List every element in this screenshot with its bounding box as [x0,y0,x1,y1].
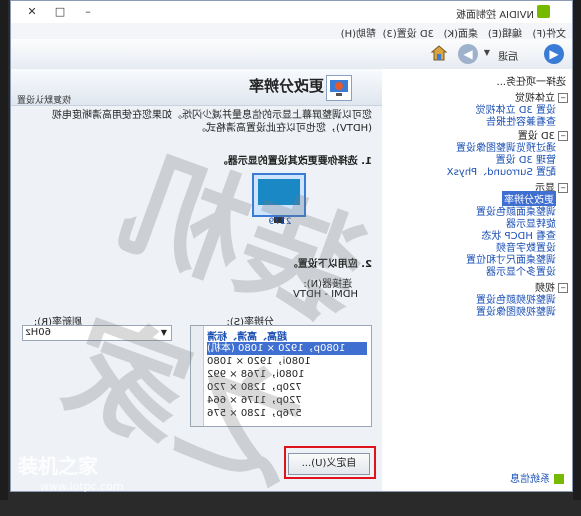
toolbar: ◀ 后退 ▼ ▶ [11,39,572,70]
resolution-row[interactable]: 576p，1280 × 576 [207,407,367,420]
section-2-heading: 2. 应用以下设置。 [287,259,372,270]
resolution-row[interactable]: 720p，1176 × 664 [207,394,367,407]
resolution-list-header: 超高、高清、标清 [207,332,287,343]
resolution-row[interactable]: 1080i，1768 × 992 [207,368,367,381]
info-icon [554,474,564,484]
content-panel: 更改分辨率 恢复默认设置 您可以调整屏幕上显示的信息量并减少闪烁。如果您在使用高… [11,69,382,491]
section-1-heading: 1. 选择你要更改其设置的显示器。 [217,156,372,167]
desktop-edge-left [573,0,581,500]
tree-item-compat-report[interactable]: 查看兼容性报告 [486,113,556,128]
mirrored-screenshot: NVIDIA 控制面板 – □ ✕ 文件(F) 编辑(E) 桌面(K) 3D 设… [0,0,581,510]
refresh-rate-value: 60Hz [25,327,52,338]
menu-desktop[interactable]: 桌面(K) [444,25,478,40]
customize-button[interactable]: 自定义(U)... [288,453,370,475]
home-icon[interactable] [430,44,448,62]
title-bar: NVIDIA 控制面板 – □ ✕ [11,1,572,24]
nvidia-control-panel-window: NVIDIA 控制面板 – □ ✕ 文件(F) 编辑(E) 桌面(K) 3D 设… [10,0,573,492]
watermark-url: www.lotpc.com [40,480,124,493]
menu-help[interactable]: 帮助(H) [341,25,376,40]
tree-item-multi-display[interactable]: 设置多个显示器 [486,263,556,278]
watermark-site-name: 装机之家 [18,454,98,478]
chevron-down-icon[interactable]: ▼ [161,326,167,340]
page-banner: 更改分辨率 恢复默认设置 [11,69,382,106]
nvidia-logo-icon [537,5,550,18]
close-button[interactable]: ✕ [18,1,46,22]
monitor-icon[interactable] [252,173,306,223]
tree-item-surround-physx[interactable]: 配置 Surround、PhysX [447,163,556,178]
menu-3d-settings[interactable]: 3D 设置(3) [383,25,434,40]
tree-item-video-image[interactable]: 调整视频图像设置 [476,303,556,318]
connector-label: 连接器(N): [303,279,352,290]
menu-file[interactable]: 文件(F) [532,25,566,40]
refresh-rate-select[interactable]: 60Hz ▼ [22,325,172,341]
connector-value: HDMI - HDTV [293,289,358,300]
menu-bar: 文件(F) 编辑(E) 桌面(K) 3D 设置(3) 帮助(H) [11,23,572,40]
resolution-row[interactable]: 720p，1280 × 720 [207,381,367,394]
resolution-row[interactable]: 1080i，1920 × 1080 [207,355,367,368]
maximize-button[interactable]: □ [46,1,74,22]
restore-defaults-link[interactable]: 恢复默认设置 [17,93,71,106]
window-title: NVIDIA 控制面板 [456,10,534,21]
minimize-button[interactable]: – [74,1,102,22]
menu-edit[interactable]: 编辑(E) [488,25,522,40]
back-arrow-icon[interactable]: ◀ [544,44,564,64]
monitor-label[interactable]: 2179 [258,217,302,227]
system-info-link[interactable]: 系统信息 [510,470,564,485]
display-settings-icon [326,75,352,101]
resolution-list-scrollbar[interactable] [191,326,204,426]
resolution-list[interactable]: 超高、高清、标清 1080p，1920 × 1080 (本机) 1080i，19… [190,325,372,427]
page-description: 您可以调整屏幕上显示的信息量并减少闪烁。如果您在使用高清晰度电视 (HDTV)，… [52,110,372,134]
forward-arrow-icon[interactable]: ▶ [458,44,478,64]
task-tree: −立体视觉 设置 3D 立体视觉 查看兼容性报告 −3D 设置 通过预览调整图像… [382,85,572,457]
back-label[interactable]: 后退 [498,48,518,63]
resolution-row[interactable]: 1080p，1920 × 1080 (本机) [207,342,367,355]
desktop-edge-right [0,0,8,500]
page-title: 更改分辨率 [248,77,324,95]
back-dropdown-icon[interactable]: ▼ [484,48,490,57]
task-panel: 选择一项任务... −立体视觉 设置 3D 立体视觉 查看兼容性报告 −3D 设… [381,69,572,491]
